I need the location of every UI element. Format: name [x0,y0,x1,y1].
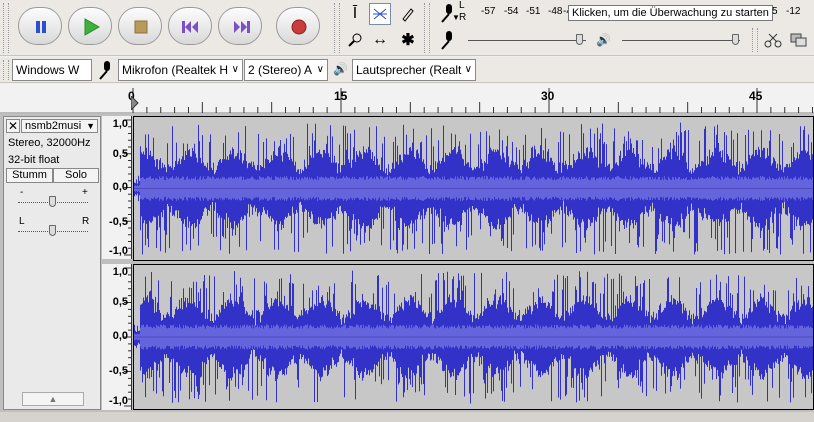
mic-device-icon [96,59,116,81]
amplitude-label: 0,0 [112,181,128,193]
gain-slider[interactable] [18,195,88,209]
chevron-down-icon: ∨ [316,64,324,75]
play-icon [84,18,101,36]
waveform-right [134,270,813,404]
input-volume-mic-icon [437,29,459,51]
track-name: nsmb2musi [25,120,82,132]
ruler-label: 30 [541,89,555,103]
slider-thumb[interactable] [576,34,583,45]
amplitude-label: 1,0 [112,266,128,278]
slider-thumb[interactable] [49,196,56,207]
mute-button[interactable]: Stumm [6,168,53,183]
slider-thumb[interactable] [49,225,56,236]
amplitude-ruler-left: 1,0 0,5 0,0 -0,5 -1,0 [102,116,132,259]
waveform-left [134,122,813,255]
speaker-icon: 🔊 [596,33,611,47]
playback-device-select[interactable]: Lautsprecher (Realt ∨ [352,59,476,81]
speaker-device-icon: 🔊 [333,62,348,76]
waveform-channel-right[interactable] [133,264,814,410]
timeline-ruler[interactable]: 0 15 30 45 [0,84,814,114]
output-volume-slider[interactable] [620,32,745,48]
close-icon: ✕ [7,119,19,133]
track-control-panel: ✕ nsmb2musi ▼ Stereo, 32000Hz 32-bit flo… [3,116,101,410]
amplitude-label: -0,5 [109,365,128,377]
host-select[interactable]: Windows W [12,59,92,81]
record-button[interactable] [276,7,320,45]
collapse-track-button[interactable]: ▲ [22,392,84,406]
input-volume-slider[interactable] [466,32,591,48]
recording-device-value: Mikrofon (Realtek H [122,63,229,77]
meter-channel-r: R [459,12,467,23]
channels-select[interactable]: 2 (Stereo) A ∨ [244,59,328,81]
meter-channel-l: L [459,0,465,11]
pause-button[interactable] [18,7,62,45]
pan-slider[interactable] [18,224,88,238]
recording-device-select[interactable]: Mikrofon (Realtek H ∨ [118,59,243,81]
meter-tick: -51 [526,6,541,17]
amplitude-label: -1,0 [109,395,128,407]
dropdown-arrow-icon: ▼ [86,121,95,131]
track-area: ✕ nsmb2musi ▼ Stereo, 32000Hz 32-bit flo… [0,114,814,412]
multi-tool-icon[interactable]: ✱ [397,29,419,51]
draw-tool-icon[interactable] [397,3,419,25]
skip-start-button[interactable] [168,7,212,45]
status-bar [0,412,814,422]
skip-end-icon [234,21,250,33]
ruler-label: 45 [749,89,763,103]
amplitude-label: 0,5 [112,148,128,160]
selection-tool-icon[interactable]: Ī [344,3,366,25]
solo-button[interactable]: Solo [53,168,99,183]
amplitude-ruler-right: 1,0 0,5 0,0 -0,5 -1,0 [102,264,132,410]
play-button[interactable] [68,7,112,45]
top-toolbar: Ī ↔ ✱ ▼ L R -57 -54 -51 -48 -4 Klicken, … [0,0,814,56]
track-format-info: Stereo, 32000Hz [8,137,91,149]
ruler-label: 15 [334,89,348,103]
ruler-ticks [132,88,813,113]
waveform-channel-left[interactable] [133,116,814,261]
cut-icon[interactable] [762,29,784,51]
amplitude-label: -0,5 [109,216,128,228]
envelope-tool-icon[interactable] [369,3,391,25]
toolbar-grip[interactable] [752,28,758,52]
skip-start-icon [182,21,198,33]
toolbar-grip[interactable] [334,3,340,53]
triangle-up-icon: ▲ [48,394,58,404]
meter-tick: 5 [772,6,778,17]
amplitude-label: 1,0 [112,118,128,130]
chevron-down-icon: ∨ [464,64,472,75]
skip-end-button[interactable] [218,7,262,45]
amplitude-label: 0,5 [112,296,128,308]
monitor-tooltip: Klicken, um die Überwachung zu starten [568,5,773,21]
device-toolbar: Windows W Mikrofon (Realtek H ∨ 2 (Stere… [0,57,814,83]
toolbar-grip[interactable] [3,60,9,80]
slider-thumb[interactable] [732,34,739,45]
stop-button[interactable] [118,7,162,45]
track-name-menu[interactable]: nsmb2musi ▼ [21,119,98,133]
channels-value: 2 (Stereo) A [248,63,313,77]
meter-tick: -48 [548,6,563,17]
meter-tick: -54 [504,6,519,17]
zoom-tool-icon[interactable] [344,29,366,51]
track-bitdepth-info: 32-bit float [8,154,60,166]
chevron-down-icon: ∨ [231,64,239,75]
toolbar-grip[interactable] [3,3,9,53]
playhead-marker-icon[interactable] [130,94,139,112]
playback-device-value: Lautsprecher (Realt [356,63,462,77]
record-meter[interactable]: -57 -54 -51 -48 -4 [469,2,572,20]
amplitude-label: 0,0 [112,330,128,342]
close-track-button[interactable]: ✕ [6,119,20,133]
amplitude-label: -1,0 [109,245,128,257]
timeshift-tool-icon[interactable]: ↔ [369,29,391,51]
pause-icon [36,21,46,33]
host-value: Windows W [16,63,80,77]
record-icon [291,19,307,35]
toolbar-grip[interactable] [424,3,430,53]
meter-tick: -57 [481,6,496,17]
meter-tick: -12 [786,6,801,17]
stop-icon [134,20,148,34]
copy-icon[interactable] [788,29,810,51]
